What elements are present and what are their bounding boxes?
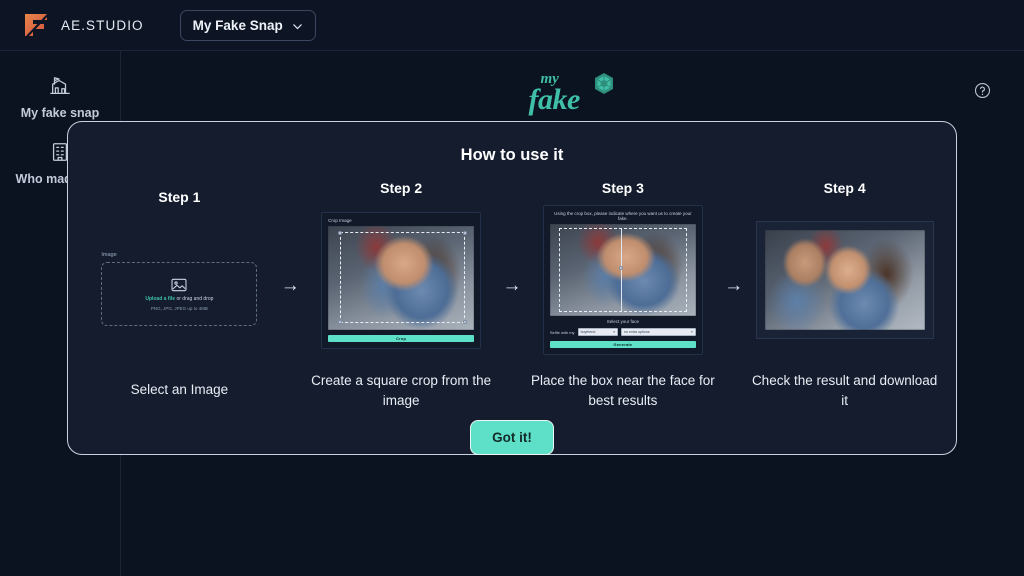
step-1-caption: Select an Image (130, 382, 229, 397)
upload-field-label: Image (101, 252, 117, 258)
result-panel (755, 221, 934, 339)
step-2-body: Crop Image Crop (306, 206, 497, 354)
step-1-heading: Step 1 (158, 189, 201, 205)
step-4-heading: Step 4 (823, 180, 866, 196)
got-it-button[interactable]: Got it! (470, 420, 554, 456)
crop-panel: Crop Image Crop (321, 211, 482, 349)
arrow-1-icon: → (280, 275, 300, 296)
upload-hint-text: PNG, JPG, JPEG up to 4MB (150, 305, 208, 311)
modal-footer: Got it! (84, 420, 940, 456)
result-photo-content (764, 230, 925, 330)
arrow-3-icon: → (724, 275, 744, 296)
extra-options-select[interactable]: no extra options ▾ (621, 328, 696, 336)
crop-selection-box[interactable] (339, 231, 466, 324)
step-4-caption: Check the result and download it (751, 373, 938, 408)
picture-placeholder-icon (171, 278, 187, 292)
step-3-heading: Step 3 (601, 180, 644, 196)
generate-button[interactable]: Generate (549, 341, 696, 348)
step-2-caption: Create a square crop from the image (311, 373, 492, 408)
select-face-label: Select your face (606, 319, 640, 324)
crop-button[interactable]: Crop (328, 334, 475, 342)
step-3: Step 3 Using the crop box, please indica… (528, 180, 719, 410)
extra-options-select-value: no extra options (624, 330, 650, 334)
step-4: Step 4 Check the result and download it (749, 180, 940, 410)
step-2-heading: Step 2 (380, 180, 423, 196)
face-panel-instruction: Using the crop box, please indicate wher… (554, 211, 692, 221)
crop-handle[interactable] (462, 230, 467, 235)
relationship-select[interactable]: boyfriend ▾ (577, 328, 618, 336)
app-root: AE.STUDIO My Fake Snap My fake snap Who … (0, 0, 1024, 576)
face-preview-image[interactable] (549, 224, 696, 316)
crop-panel-label: Crop Image (328, 217, 352, 223)
upload-card: Image Upload a file or drag and drop PNG… (101, 252, 258, 326)
step-3-body: Using the crop box, please indicate wher… (528, 205, 719, 355)
how-to-use-modal: How to use it Step 1 Image Upload a file… (67, 121, 957, 456)
crop-preview-image[interactable] (328, 225, 475, 330)
steps-row: Step 1 Image Upload a file or drag and d… (84, 180, 940, 410)
face-guide-line (621, 227, 623, 313)
step-1: Step 1 Image Upload a file or drag and d… (84, 180, 275, 400)
modal-title: How to use it (460, 146, 564, 164)
step-2: Step 2 Crop Image Crop Create a square c… (306, 180, 497, 410)
modal-overlay: How to use it Step 1 Image Upload a file… (0, 0, 1024, 576)
upload-link[interactable]: Upload a file (145, 296, 175, 302)
upload-action-text[interactable]: Upload a file or drag and drop (145, 296, 213, 302)
chevron-down-icon: ▾ (613, 330, 615, 334)
file-dropzone[interactable]: Upload a file or drag and drop PNG, JPG,… (101, 262, 258, 326)
arrow-2-icon: → (502, 275, 522, 296)
relationship-select-value: boyfriend (580, 330, 596, 334)
upload-drag-text: or drag and drop (175, 295, 214, 302)
step-4-body (749, 206, 940, 354)
step-1-body: Image Upload a file or drag and drop PNG… (84, 215, 275, 363)
step-3-caption: Place the box near the face for best res… (530, 373, 715, 408)
result-image (764, 230, 925, 330)
crop-selection-box[interactable] (558, 227, 688, 313)
selfie-form-label: Selfie with my (549, 329, 575, 335)
chevron-down-icon: ▾ (691, 330, 693, 334)
selfie-options-row: Selfie with my boyfriend ▾ no extra opti… (550, 328, 696, 336)
face-placement-panel: Using the crop box, please indicate wher… (542, 205, 703, 355)
